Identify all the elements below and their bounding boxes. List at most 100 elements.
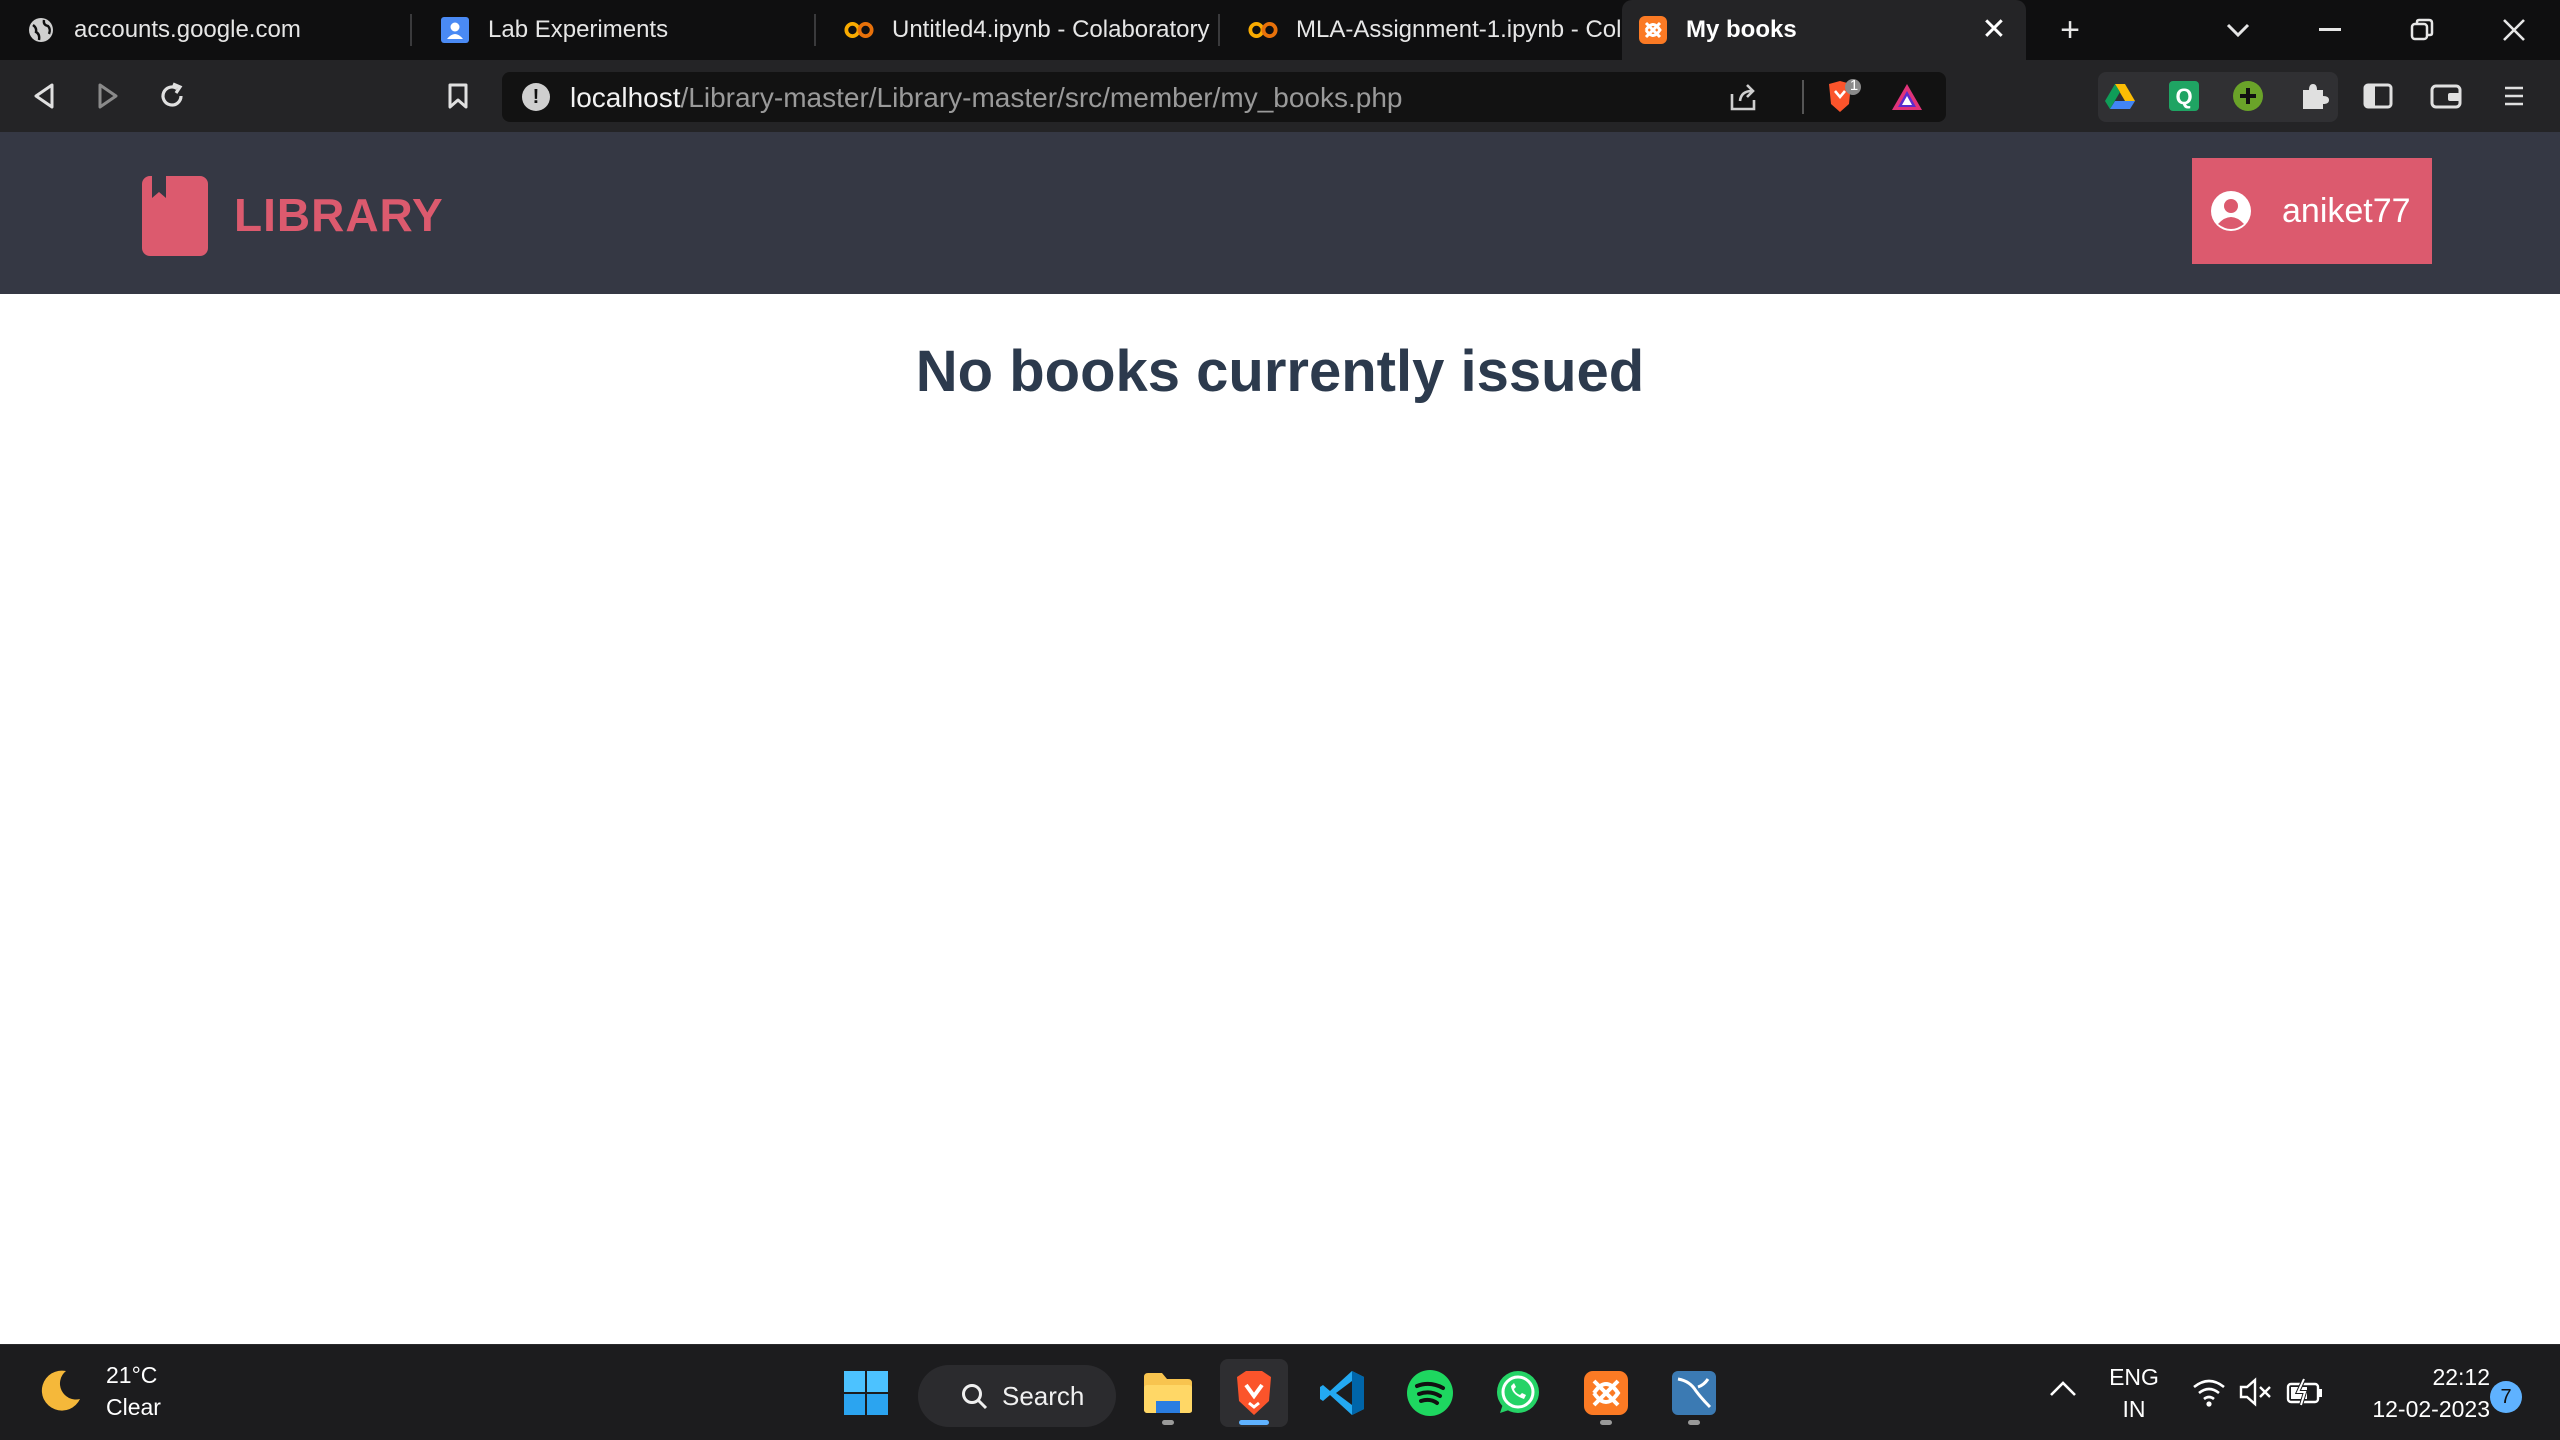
share-icon[interactable] — [1728, 82, 1760, 117]
address-bar[interactable]: ! localhost/Library-master/Library-maste… — [502, 72, 1946, 122]
brave-rewards-icon[interactable] — [1890, 82, 1924, 117]
close-window-button[interactable] — [2494, 10, 2534, 50]
show-hidden-icons-button[interactable] — [2048, 1379, 2078, 1404]
back-icon — [34, 83, 54, 109]
hamburger-menu-icon — [2505, 86, 2523, 106]
clock[interactable]: 22:12 12-02-2023 — [2340, 1361, 2490, 1425]
taskbar-file-explorer[interactable] — [1134, 1359, 1202, 1427]
weather-description: Clear — [106, 1394, 161, 1420]
sidebar-icon — [2363, 83, 2393, 109]
tab-search-button[interactable] — [2218, 10, 2258, 50]
taskbar-search-button[interactable]: Search — [918, 1365, 1116, 1427]
plus-icon: + — [2060, 10, 2080, 49]
taskbar-xampp[interactable] — [1572, 1359, 1640, 1427]
tab-separator — [410, 14, 412, 46]
taskbar-vscode[interactable] — [1308, 1359, 1376, 1427]
tab-accounts-google[interactable]: accounts.google.com — [0, 0, 412, 60]
url-host: localhost — [570, 82, 681, 113]
bookmark-icon — [448, 83, 468, 109]
volume-muted-icon[interactable] — [2238, 1377, 2274, 1412]
google-drive-icon — [2105, 84, 2135, 109]
tab-lab-experiments[interactable]: Lab Experiments — [414, 0, 816, 60]
windows-logo-icon — [844, 1371, 888, 1415]
forward-button[interactable] — [88, 76, 128, 116]
language-code: ENG — [2109, 1364, 2159, 1390]
sidebar-button[interactable] — [2358, 76, 2398, 116]
q-extension[interactable]: Q — [2164, 76, 2204, 116]
reload-icon — [161, 82, 183, 107]
taskbar-brave-browser[interactable] — [1220, 1359, 1288, 1427]
taskbar-whatsapp[interactable] — [1484, 1359, 1552, 1427]
library-logo-icon[interactable] — [142, 176, 208, 256]
xampp-icon — [1584, 1371, 1628, 1415]
tab-title: Untitled4.ipynb - Colaboratory — [892, 16, 1210, 43]
folder-icon — [1144, 1373, 1192, 1413]
start-button[interactable] — [832, 1359, 900, 1427]
extensions-button[interactable] — [2294, 76, 2334, 116]
search-label: Search — [1002, 1380, 1085, 1411]
user-account-button[interactable]: aniket77 — [2192, 158, 2432, 264]
taskbar-spotify[interactable] — [1396, 1359, 1464, 1427]
notification-badge[interactable]: 7 — [2490, 1381, 2522, 1413]
site-info-icon[interactable]: ! — [522, 83, 550, 111]
search-icon — [962, 1384, 988, 1410]
close-tab-icon[interactable]: ✕ — [1978, 14, 2010, 46]
chevron-down-icon — [2226, 23, 2250, 38]
back-button[interactable] — [24, 76, 64, 116]
svg-text:Q: Q — [2175, 84, 2192, 109]
bookmark-button[interactable] — [438, 76, 478, 116]
reload-button[interactable] — [152, 76, 192, 116]
restore-button[interactable] — [2402, 10, 2442, 50]
wifi-icon[interactable] — [2192, 1377, 2226, 1412]
restore-icon — [2410, 18, 2434, 41]
mysql-workbench-icon — [1672, 1371, 1716, 1415]
tab-separator — [1218, 14, 1220, 46]
tab-my-books[interactable]: My books ✕ — [1622, 0, 2026, 60]
clock-date: 12-02-2023 — [2372, 1396, 2490, 1422]
new-tab-button[interactable]: + — [2050, 10, 2090, 50]
add-circle-icon — [2233, 81, 2263, 111]
brave-browser-icon — [1237, 1371, 1271, 1415]
spotify-icon — [1407, 1370, 1453, 1416]
q-extension-icon: Q — [2169, 81, 2199, 111]
brave-shield-count: 1 — [1849, 77, 1859, 94]
tab-title: MLA-Assignment-1.ipynb - Col — [1296, 16, 1622, 43]
region-code: IN — [2122, 1396, 2146, 1422]
browser-tab-strip: accounts.google.com Lab Experiments Unti… — [0, 0, 2560, 60]
wallet-icon — [2430, 84, 2462, 109]
running-indicator — [1688, 1420, 1700, 1425]
windows-taskbar: 21°C Clear Search ENG IN 22:12 12-02-202… — [0, 1344, 2560, 1440]
chevron-up-icon — [2050, 1381, 2076, 1396]
language-indicator[interactable]: ENG IN — [2102, 1361, 2166, 1425]
forward-icon — [98, 83, 118, 109]
weather-widget[interactable]: 21°C Clear — [36, 1359, 161, 1423]
wallet-button[interactable] — [2426, 76, 2466, 116]
user-avatar-icon — [2211, 191, 2251, 231]
plus-extension[interactable] — [2228, 76, 2268, 116]
tab-separator — [814, 14, 816, 46]
close-icon — [2503, 19, 2525, 41]
battery-charging-icon[interactable] — [2286, 1377, 2324, 1412]
empty-state-message: No books currently issued — [915, 339, 1645, 404]
tab-mla-assignment-colab[interactable]: MLA-Assignment-1.ipynb - Col — [1222, 0, 1622, 60]
moon-icon — [41, 1370, 80, 1411]
username-label: aniket77 — [2282, 191, 2411, 230]
tab-title: My books — [1686, 16, 1797, 43]
colab-icon — [1248, 15, 1278, 45]
vscode-icon — [1320, 1371, 1364, 1415]
minimize-button[interactable] — [2310, 10, 2350, 50]
colab-icon — [844, 15, 874, 45]
url-text[interactable]: localhost/Library-master/Library-master/… — [570, 82, 1403, 114]
minimize-icon — [2319, 28, 2341, 31]
running-indicator — [1600, 1420, 1612, 1425]
puzzle-icon — [2303, 84, 2329, 109]
menu-button[interactable] — [2494, 76, 2534, 116]
site-logo-text[interactable]: LIBRARY — [234, 188, 444, 242]
contacts-icon — [440, 15, 470, 45]
tab-title: accounts.google.com — [74, 16, 301, 43]
google-drive-extension[interactable] — [2100, 76, 2140, 116]
taskbar-mysql-workbench[interactable] — [1660, 1359, 1728, 1427]
tab-title: Lab Experiments — [488, 16, 669, 43]
site-header: LIBRARY aniket77 — [0, 132, 2560, 294]
tab-untitled4-colab[interactable]: Untitled4.ipynb - Colaboratory — [818, 0, 1220, 60]
